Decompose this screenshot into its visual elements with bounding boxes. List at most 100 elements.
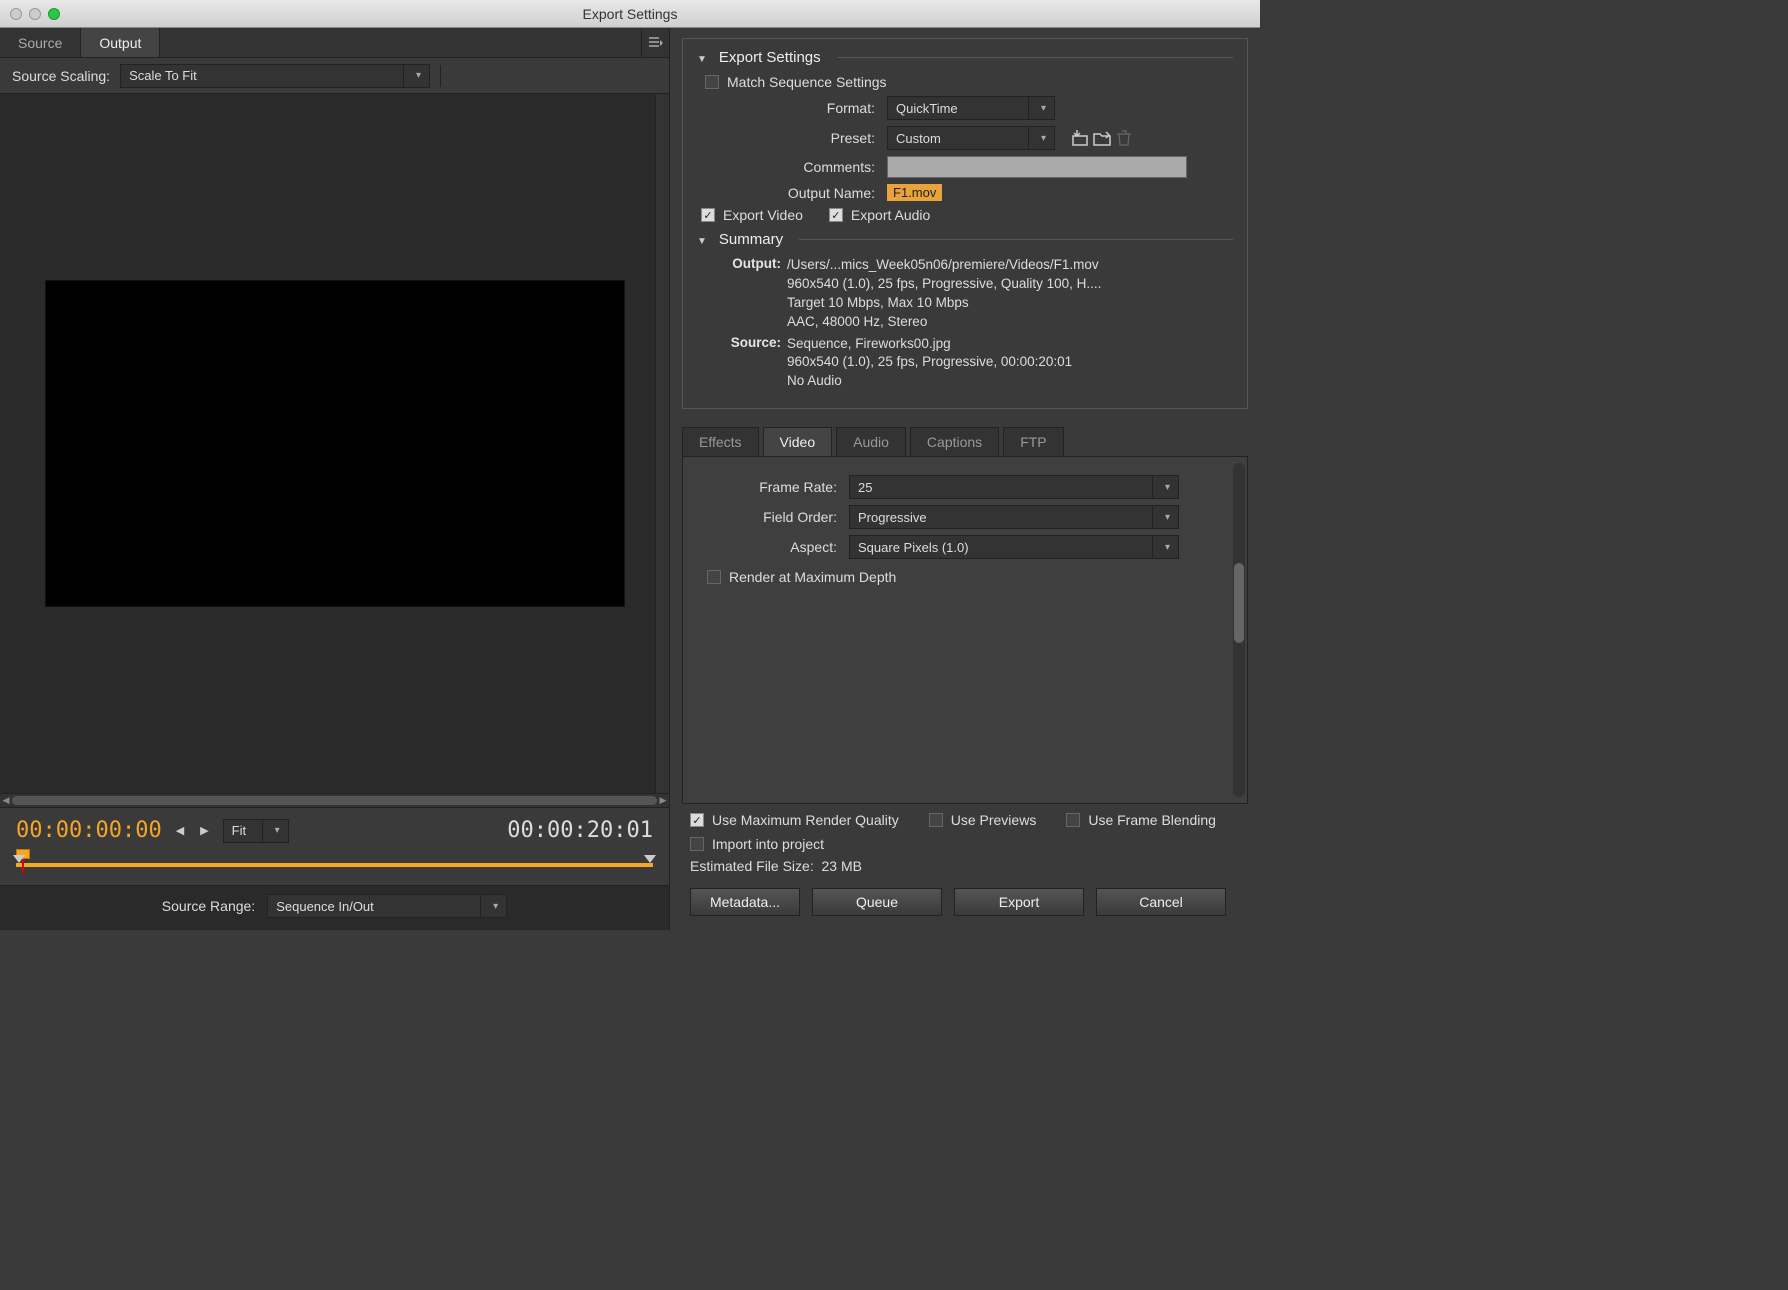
export-settings-panel: Export Settings Match Sequence Settings … xyxy=(682,38,1248,409)
export-button[interactable]: Export xyxy=(954,888,1084,916)
aspect-value: Square Pixels (1.0) xyxy=(858,540,969,555)
panel-menu-icon[interactable] xyxy=(641,28,669,57)
chevron-down-icon xyxy=(1028,97,1046,119)
format-select[interactable]: QuickTime xyxy=(887,96,1055,120)
timecode-out: 00:00:20:01 xyxy=(507,818,653,843)
settings-tabbar: Effects Video Audio Captions FTP xyxy=(682,427,1248,456)
summary-block: Output: /Users/...mics_Week05n06/premier… xyxy=(729,256,1233,391)
use-previews-checkbox[interactable]: Use Previews xyxy=(929,812,1037,828)
step-forward-icon[interactable]: ▶ xyxy=(198,822,210,839)
source-range-label: Source Range: xyxy=(162,898,255,914)
timeline[interactable] xyxy=(16,849,653,879)
aspect-label: Aspect: xyxy=(699,539,849,555)
checkbox-icon xyxy=(705,75,719,89)
video-settings-panel: Frame Rate: 25 Field Order: Progressive … xyxy=(682,456,1248,804)
preview-horizontal-scrollbar[interactable]: ◀ ▶ xyxy=(0,793,669,807)
preset-value: Custom xyxy=(896,131,941,146)
use-max-quality-label: Use Maximum Render Quality xyxy=(712,812,899,828)
summary-header[interactable]: Summary xyxy=(697,231,1233,248)
tab-ftp[interactable]: FTP xyxy=(1003,427,1063,456)
frame-rate-select[interactable]: 25 xyxy=(849,475,1179,499)
use-max-quality-checkbox[interactable]: ✓ Use Maximum Render Quality xyxy=(690,812,899,828)
preview-vertical-scrollbar[interactable] xyxy=(655,94,669,793)
tab-effects[interactable]: Effects xyxy=(682,427,759,456)
export-settings-header[interactable]: Export Settings xyxy=(697,49,1233,66)
checkbox-icon xyxy=(707,570,721,584)
tab-output[interactable]: Output xyxy=(81,28,160,57)
delete-preset-icon xyxy=(1113,127,1135,149)
import-into-project-label: Import into project xyxy=(712,836,824,852)
titlebar: Export Settings xyxy=(0,0,1260,28)
scroll-thumb[interactable] xyxy=(12,796,657,805)
queue-button[interactable]: Queue xyxy=(812,888,942,916)
scroll-left-icon[interactable]: ◀ xyxy=(0,794,12,807)
source-range-value: Sequence In/Out xyxy=(276,899,374,914)
format-label: Format: xyxy=(697,100,887,116)
aspect-select[interactable]: Square Pixels (1.0) xyxy=(849,535,1179,559)
disclosure-triangle-icon[interactable] xyxy=(697,49,711,66)
match-sequence-checkbox[interactable]: Match Sequence Settings xyxy=(705,74,887,90)
preview-area xyxy=(0,94,669,793)
summary-title: Summary xyxy=(719,231,783,248)
tab-captions[interactable]: Captions xyxy=(910,427,999,456)
step-back-icon[interactable]: ◀ xyxy=(174,822,186,839)
field-order-value: Progressive xyxy=(858,510,927,525)
tab-video[interactable]: Video xyxy=(763,427,833,456)
tab-source[interactable]: Source xyxy=(0,28,81,57)
scroll-right-icon[interactable]: ▶ xyxy=(657,794,669,807)
chevron-down-icon xyxy=(1152,506,1170,528)
render-max-depth-checkbox[interactable]: Render at Maximum Depth xyxy=(707,569,896,585)
disclosure-triangle-icon[interactable] xyxy=(697,231,711,248)
output-name-link[interactable]: F1.mov xyxy=(887,184,942,201)
summary-output-text: /Users/...mics_Week05n06/premiere/Videos… xyxy=(787,256,1233,332)
import-into-project-checkbox[interactable]: Import into project xyxy=(690,836,824,852)
zoom-fit-value: Fit xyxy=(232,823,246,838)
save-preset-icon[interactable] xyxy=(1069,127,1091,149)
export-video-checkbox[interactable]: ✓ Export Video xyxy=(701,207,803,223)
summary-source-text: Sequence, Fireworks00.jpg 960x540 (1.0),… xyxy=(787,335,1233,392)
out-point-handle[interactable] xyxy=(644,855,656,863)
summary-source-label: Source: xyxy=(729,335,787,392)
frame-rate-value: 25 xyxy=(858,480,872,495)
timecode-in[interactable]: 00:00:00:00 xyxy=(16,818,162,843)
cancel-button[interactable]: Cancel xyxy=(1096,888,1226,916)
zoom-fit-select[interactable]: Fit xyxy=(223,819,289,843)
preview-canvas xyxy=(45,280,625,607)
time-controls: 00:00:00:00 ◀ ▶ Fit 00:00:20:01 xyxy=(0,807,669,885)
source-scaling-select[interactable]: Scale To Fit xyxy=(120,64,430,88)
comments-label: Comments: xyxy=(697,159,887,175)
checkbox-icon xyxy=(1066,813,1080,827)
checkbox-checked-icon: ✓ xyxy=(701,208,715,222)
export-video-label: Export Video xyxy=(723,207,803,223)
timeline-track[interactable] xyxy=(16,863,653,867)
chevron-down-icon xyxy=(1028,127,1046,149)
chevron-down-icon xyxy=(403,65,421,87)
preset-label: Preset: xyxy=(697,130,887,146)
source-scaling-row: Source Scaling: Scale To Fit xyxy=(0,58,669,94)
preview-tabbar: Source Output xyxy=(0,28,669,58)
source-range-select[interactable]: Sequence In/Out xyxy=(267,894,507,918)
field-order-select[interactable]: Progressive xyxy=(849,505,1179,529)
in-point-handle[interactable] xyxy=(13,855,25,863)
frame-rate-label: Frame Rate: xyxy=(699,479,849,495)
chevron-down-icon xyxy=(480,895,498,917)
export-audio-checkbox[interactable]: ✓ Export Audio xyxy=(829,207,930,223)
chevron-down-icon xyxy=(1152,476,1170,498)
chevron-down-icon xyxy=(262,820,280,842)
use-frame-blending-checkbox[interactable]: Use Frame Blending xyxy=(1066,812,1216,828)
estimated-size-row: Estimated File Size: 23 MB xyxy=(670,856,1260,882)
import-preset-icon[interactable] xyxy=(1091,127,1113,149)
settings-scrollbar[interactable] xyxy=(1233,463,1245,797)
export-audio-label: Export Audio xyxy=(851,207,930,223)
tab-audio[interactable]: Audio xyxy=(836,427,906,456)
comments-input[interactable] xyxy=(887,156,1187,178)
estimated-size-value: 23 MB xyxy=(822,858,862,874)
summary-output-label: Output: xyxy=(729,256,787,332)
render-max-depth-label: Render at Maximum Depth xyxy=(729,569,896,585)
source-range-row: Source Range: Sequence In/Out xyxy=(0,885,669,930)
source-scaling-label: Source Scaling: xyxy=(12,68,110,84)
window-title: Export Settings xyxy=(0,6,1260,22)
preset-select[interactable]: Custom xyxy=(887,126,1055,150)
metadata-button[interactable]: Metadata... xyxy=(690,888,800,916)
chevron-down-icon xyxy=(1152,536,1170,558)
